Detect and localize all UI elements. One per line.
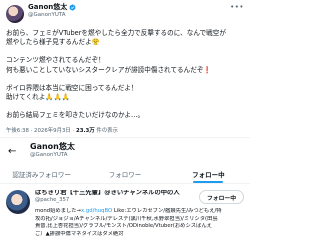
more-options-icon[interactable]: •••: [230, 4, 244, 11]
tweet-views-count: 23.3万: [75, 128, 95, 135]
follower-name[interactable]: ぱちきり君【十三先輩】@きいチャンネルの中の人: [35, 190, 196, 196]
tweet-views-label: 件の表示: [96, 128, 118, 135]
bio-line: 貴音,比上杏花担当)/グラブル/モンスト/ODinoble/Vtuber(おめシ…: [35, 223, 212, 230]
tweet-line: お前ら結局フェミを叩きたいだけなのかよ…。: [6, 111, 145, 120]
following-page: ← Ganon悠太 @GanonYUTA 認証済みフォロワー フォロワー フォロ…: [0, 137, 250, 251]
tweet-line: コンテンツ燃やされてるんだぞ！: [6, 56, 105, 65]
tab-label: フォロワー: [108, 170, 142, 179]
tab-verified-followers[interactable]: 認証済みフォロワー: [0, 164, 83, 183]
author-avatar[interactable]: [6, 5, 24, 23]
tab-label: 認証済みフォロワー: [12, 170, 71, 179]
bio-text: Like:エウレカセブン/艦娘先生/みつどもえ/特: [112, 208, 222, 214]
tweet-line: 燃やしたら様子見するんだよ😤: [6, 38, 100, 47]
bio-text: mond始めました→: [35, 208, 82, 214]
tab-label: フォロー中: [192, 170, 225, 179]
tweet-line: お前ら、フェミがVTuberを燃やしたら全力で反撃するのに、なんで戦空が: [6, 29, 226, 37]
tweet-time[interactable]: 午後6:38 · 2026年9月3日: [6, 128, 71, 134]
tweet-line: 助けてくれよ🙏🙏🙏: [6, 93, 70, 102]
tweet-meta: 午後6:38 · 2026年9月3日 · 23.3万 件の表示: [6, 126, 244, 134]
tweet-line: ボイロ界隈は本当に戦空に困ってるんだよ！: [6, 83, 138, 92]
list-item[interactable]: ぱちきり君【十三先輩】@きいチャンネルの中の人 @pache_357 フォロー中…: [0, 184, 250, 238]
bio-line: 攻の拓/ジョジョ/Aチャンネル/デレステ(黒川千秋,水野翠担当)/ミリシタ(田島: [35, 215, 218, 222]
tweet-text: お前ら、フェミがVTuberを燃やしたら全力で反撃するのに、なんで戦空が 燃やし…: [6, 29, 244, 120]
following-button[interactable]: フォロー中: [199, 190, 244, 204]
profile-name: Ganon悠太: [30, 142, 75, 152]
tweet-author-row: Ganon悠太 @GanonYUTA •••: [6, 4, 244, 24]
bio-link[interactable]: x.gd/huqBO: [81, 208, 112, 214]
tweet-line-gap: [6, 75, 244, 84]
profile-header: ← Ganon悠太 @GanonYUTA: [0, 138, 250, 164]
follower-content: ぱちきり君【十三先輩】@きいチャンネルの中の人 @pache_357 フォロー中…: [35, 190, 244, 238]
bio-line: mond始めました→x.gd/huqBO Like:エウレカセブン/艦娘先生/み…: [35, 208, 244, 216]
tab-following[interactable]: フォロー中: [167, 164, 250, 183]
profile-title: Ganon悠太 @GanonYUTA: [30, 143, 75, 159]
follower-top-row: ぱちきり君【十三先輩】@きいチャンネルの中の人 @pache_357 フォロー中: [35, 190, 244, 204]
follower-names: ぱちきり君【十三先輩】@きいチャンネルの中の人 @pache_357: [35, 190, 196, 204]
back-arrow-icon[interactable]: ←: [8, 146, 22, 157]
profile-handle: @GanonYUTA: [30, 152, 68, 159]
tab-bar: 認証済みフォロワー フォロワー フォロー中: [0, 164, 250, 184]
follower-bio: mond始めました→x.gd/huqBO Like:エウレカセブン/艦娘先生/み…: [35, 208, 244, 238]
bio-line: ご）▲誹謗中傷マネタイズはダメ絶対: [35, 230, 124, 237]
tab-followers[interactable]: フォロワー: [83, 164, 166, 183]
follower-avatar[interactable]: [6, 190, 30, 214]
author-name[interactable]: Ganon悠太: [28, 4, 67, 11]
verified-badge-icon: [69, 4, 76, 11]
tweet: Ganon悠太 @GanonYUTA ••• お前ら、フェミがVTuberを燃や…: [0, 0, 250, 137]
active-tab-indicator: [193, 181, 224, 183]
author-name-row[interactable]: Ganon悠太: [28, 4, 76, 11]
author-handle[interactable]: @GanonYUTA: [28, 12, 76, 19]
follower-handle[interactable]: @pache_357: [35, 197, 196, 203]
tweet-line: 何も悪いことしていないシスタークレアが誹謗中傷されてるんだぞ❗: [6, 65, 212, 74]
author-names: Ganon悠太 @GanonYUTA: [28, 4, 76, 19]
tweet-line-gap: [6, 102, 244, 111]
